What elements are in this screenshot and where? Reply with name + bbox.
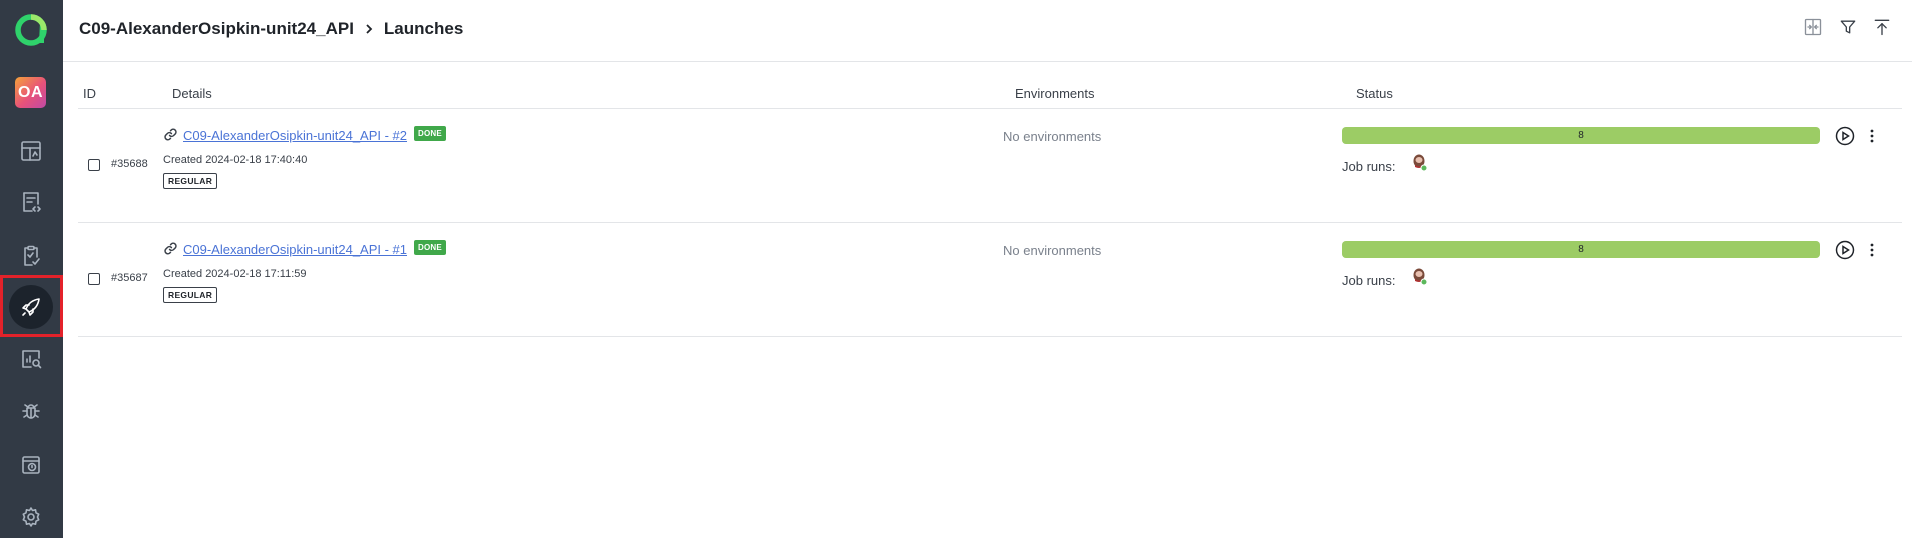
breadcrumb-page: Launches — [383, 19, 464, 38]
more-options-button[interactable] — [1864, 126, 1880, 146]
filter-icon[interactable] — [1835, 14, 1861, 40]
link-icon — [163, 127, 179, 143]
launch-link[interactable]: C09-AlexanderOsipkin-unit24_API - #1 — [183, 242, 407, 257]
table-header: ID Details Environments Status — [78, 62, 1902, 109]
status-progress-bar[interactable]: 8 — [1342, 127, 1820, 144]
row-checkbox[interactable] — [88, 273, 100, 285]
launch-title: C09-AlexanderOsipkin-unit24_API - #1 DON… — [163, 239, 446, 257]
column-header-status: Status — [1356, 86, 1393, 101]
jobs-icon[interactable] — [18, 452, 44, 478]
play-circle-icon — [1835, 240, 1855, 260]
allure-logo-icon[interactable] — [13, 12, 49, 48]
kebab-menu-icon — [1870, 243, 1874, 257]
table-row: #35688 C09-AlexanderOsipkin-unit24_API -… — [78, 109, 1902, 223]
job-runner-avatar-icon[interactable] — [1412, 154, 1428, 172]
launches-table: ID Details Environments Status #35688 C0… — [78, 62, 1902, 337]
kebab-menu-icon — [1870, 129, 1874, 143]
job-runner-avatar-icon[interactable] — [1412, 268, 1428, 286]
rocket-icon — [22, 298, 40, 316]
app-root: OA C09-AlexanderOsipkin-unit24_API Launc… — [0, 0, 1912, 538]
compare-icon[interactable] — [1800, 14, 1826, 40]
environments-value: No environments — [1003, 129, 1102, 144]
chevron-right-icon — [363, 23, 375, 35]
rerun-play-button[interactable] — [1835, 240, 1855, 260]
status-badge: DONE — [414, 239, 446, 255]
launch-id: #35687 — [111, 272, 148, 284]
status-progress-bar[interactable]: 8 — [1342, 241, 1820, 258]
test-plans-icon[interactable] — [18, 243, 44, 269]
breadcrumb-project[interactable]: C09-AlexanderOsipkin-unit24_API — [79, 19, 354, 39]
launch-id: #35688 — [111, 158, 148, 170]
bug-icon[interactable] — [18, 398, 44, 424]
passed-count: 8 — [1578, 244, 1584, 255]
test-cases-icon[interactable] — [18, 189, 44, 215]
launch-title: C09-AlexanderOsipkin-unit24_API - #2 DON… — [163, 125, 446, 143]
analytics-icon[interactable] — [18, 346, 44, 372]
user-avatar[interactable]: OA — [15, 77, 46, 108]
launch-type-badge: REGULAR — [163, 173, 218, 189]
row-checkbox[interactable] — [88, 159, 100, 171]
table-row: #35687 C09-AlexanderOsipkin-unit24_API -… — [78, 223, 1902, 337]
job-runs-label: Job runs: — [1342, 273, 1396, 288]
status-badge: DONE — [414, 125, 446, 141]
gear-icon[interactable] — [18, 504, 44, 530]
passed-count: 8 — [1578, 130, 1584, 141]
sidebar: OA — [0, 0, 63, 538]
launch-link[interactable]: C09-AlexanderOsipkin-unit24_API - #2 — [183, 128, 407, 143]
created-timestamp: Created 2024-02-18 17:40:40 — [163, 154, 308, 166]
breadcrumb: C09-AlexanderOsipkin-unit24_API Launches — [79, 19, 463, 39]
play-circle-icon — [1835, 126, 1855, 146]
launches-nav-item[interactable] — [9, 285, 53, 329]
column-header-id: ID — [83, 86, 96, 101]
environments-value: No environments — [1003, 243, 1102, 258]
created-timestamp: Created 2024-02-18 17:11:59 — [163, 268, 307, 280]
launch-type-badge: REGULAR — [163, 287, 218, 303]
column-header-environments: Environments — [1015, 86, 1095, 101]
column-header-details: Details — [172, 86, 212, 101]
more-options-button[interactable] — [1864, 240, 1880, 260]
rerun-play-button[interactable] — [1835, 126, 1855, 146]
job-runs-label: Job runs: — [1342, 159, 1396, 174]
dashboard-icon[interactable] — [18, 138, 44, 164]
link-icon — [163, 241, 179, 257]
page-header: C09-AlexanderOsipkin-unit24_API Launches — [63, 0, 1912, 62]
upload-icon[interactable] — [1869, 14, 1895, 40]
